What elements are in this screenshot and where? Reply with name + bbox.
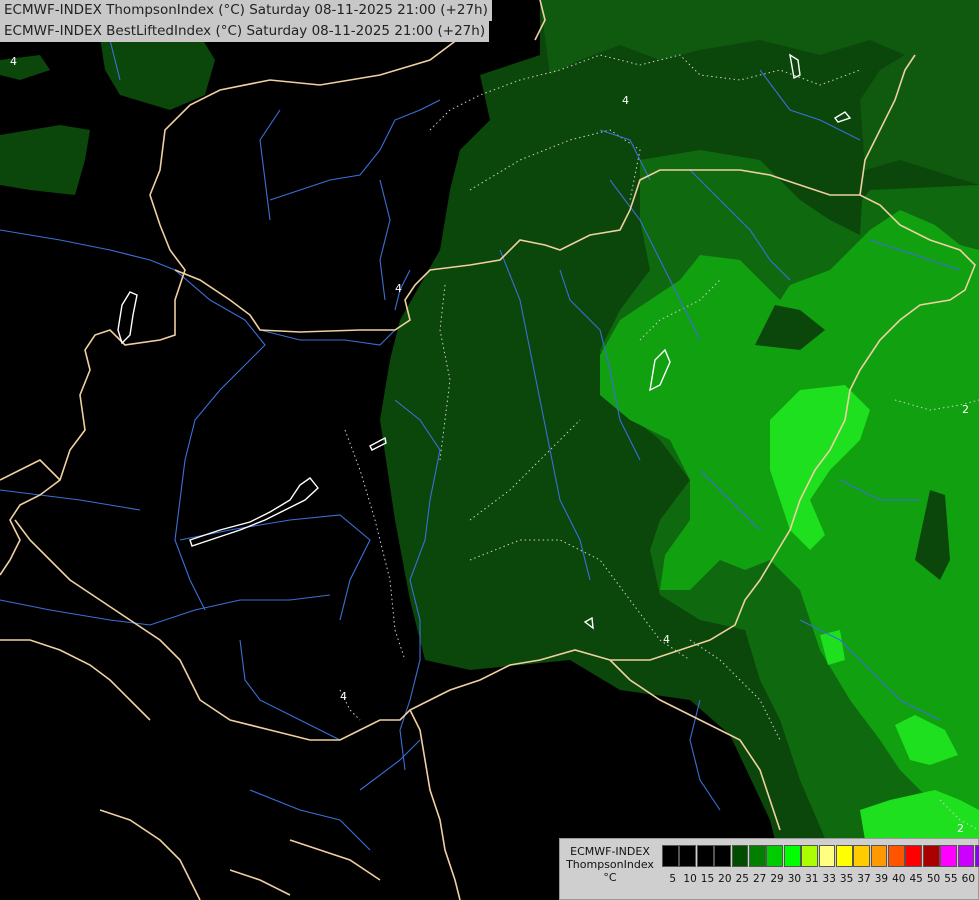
contour-label-4-d: 4 xyxy=(663,633,670,646)
contour-label-4-a: 4 xyxy=(10,55,17,68)
map-title-thompson: ECMWF-INDEX ThompsonIndex (°C) Saturday … xyxy=(0,0,492,21)
legend-tick-label: 45 xyxy=(909,873,923,885)
legend-tick-label: 27 xyxy=(752,873,767,885)
contour-label-4-e: 4 xyxy=(340,690,347,703)
legend-swatch xyxy=(679,845,697,867)
map-viewer: 4 4 4 4 4 2 2 ECMWF-INDEX ThompsonIndex … xyxy=(0,0,979,900)
forecast-map[interactable]: 4 4 4 4 4 2 2 xyxy=(0,0,979,900)
contour-label-4-c: 4 xyxy=(395,282,402,295)
legend-swatch xyxy=(748,845,766,867)
index-area-left xyxy=(0,125,90,195)
legend-tick-label: 31 xyxy=(805,873,819,885)
legend-swatch xyxy=(662,845,679,867)
legend-swatch xyxy=(801,845,818,867)
legend-tick-label: 5 xyxy=(669,873,677,885)
legend-swatch xyxy=(696,845,714,867)
legend-swatch xyxy=(731,845,749,867)
legend-tick-label: 39 xyxy=(874,873,889,885)
legend-swatch xyxy=(714,845,731,867)
legend-swatch xyxy=(940,845,958,867)
legend-swatch xyxy=(975,845,979,867)
legend-tick-label: 15 xyxy=(700,873,715,885)
map-title-lifted: ECMWF-INDEX BestLiftedIndex (°C) Saturda… xyxy=(0,21,490,42)
legend-model: ECMWF-INDEX xyxy=(570,845,650,858)
legend-label: ECMWF-INDEX ThompsonIndex °C xyxy=(562,845,658,884)
legend-swatch xyxy=(905,845,923,867)
legend-tick-label: 20 xyxy=(718,873,732,885)
legend-swatch xyxy=(835,845,853,867)
contour-label-2-b: 2 xyxy=(957,822,964,835)
legend-swatch xyxy=(818,845,836,867)
legend-tick-label: 30 xyxy=(787,873,802,885)
legend-swatches xyxy=(662,845,979,867)
legend-swatch xyxy=(783,845,801,867)
legend-tick-label: 10 xyxy=(683,873,697,885)
legend-unit: °C xyxy=(603,871,617,884)
legend-tick-label: 50 xyxy=(926,873,941,885)
legend-tick-label: 55 xyxy=(944,873,958,885)
legend-tick-label: 25 xyxy=(735,873,749,885)
legend-tick-label: 60 xyxy=(961,873,976,885)
legend-tick-label: 37 xyxy=(857,873,871,885)
legend-swatch xyxy=(766,845,784,867)
legend-tick-label: 33 xyxy=(822,873,836,885)
legend-tick-label: 29 xyxy=(770,873,784,885)
legend-tick-label: 40 xyxy=(892,873,906,885)
legend-field: ThompsonIndex xyxy=(566,858,654,871)
legend-swatch xyxy=(888,845,905,867)
legend-tick-label: 35 xyxy=(839,873,854,885)
legend-swatch xyxy=(922,845,940,867)
legend-swatch xyxy=(853,845,871,867)
contour-label-2-a: 2 xyxy=(962,403,969,416)
legend-swatch xyxy=(870,845,888,867)
legend-ticks: 5 10 15 20 25 27 29 30 31 33 35 37 39 40 45 50 55 60 xyxy=(664,873,977,887)
contour-label-4-b: 4 xyxy=(622,94,629,107)
color-legend: ECMWF-INDEX ThompsonIndex °C 5 10 15 20 25 27… xyxy=(559,838,979,900)
legend-swatch xyxy=(957,845,975,867)
